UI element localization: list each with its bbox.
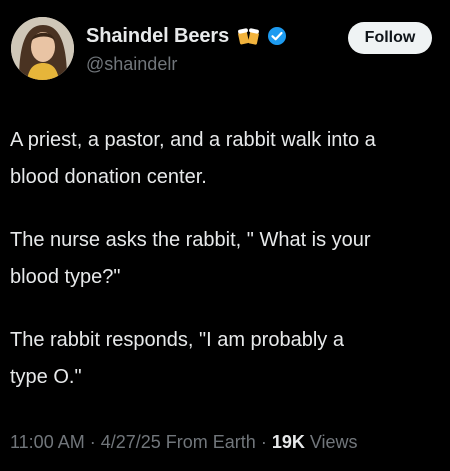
- views-label: Views: [304, 432, 358, 452]
- author-handle[interactable]: @shaindelr: [86, 54, 177, 75]
- tweet-date[interactable]: 4/27/25: [101, 432, 161, 452]
- tweet-paragraph: The rabbit responds, "I am probably a ty…: [10, 322, 450, 396]
- tweet-text: A priest, a pastor, and a rabbit walk in…: [10, 122, 450, 422]
- views-count[interactable]: 19K: [272, 432, 305, 452]
- meta-separator: ·: [255, 432, 272, 452]
- tweet-line: blood type?": [10, 266, 121, 288]
- tweet-line: A priest, a pastor, and a rabbit walk in…: [10, 129, 376, 151]
- beer-mugs-icon: [236, 24, 262, 48]
- tweet-line: blood donation center.: [10, 166, 207, 188]
- author-display-name[interactable]: Shaindel Beers: [86, 25, 229, 48]
- tweet-meta: 11:00 AM · 4/27/25 From Earth · 19K View…: [10, 432, 358, 453]
- avatar[interactable]: [11, 17, 74, 80]
- tweet-time[interactable]: 11:00 AM: [10, 432, 85, 452]
- tweet-line: The rabbit responds, "I am probably a: [10, 329, 344, 351]
- tweet-line: The nurse asks the rabbit, " What is you…: [10, 229, 371, 251]
- tweet-source: From Earth: [160, 432, 256, 452]
- verified-badge-icon: [267, 26, 287, 46]
- tweet-paragraph: The nurse asks the rabbit, " What is you…: [10, 222, 450, 296]
- follow-button[interactable]: Follow: [348, 22, 432, 54]
- meta-separator: ·: [84, 432, 101, 452]
- tweet-line: type O.": [10, 366, 82, 388]
- avatar-image: [11, 17, 74, 80]
- author-name-row: Shaindel Beers: [86, 24, 287, 48]
- tweet-paragraph: A priest, a pastor, and a rabbit walk in…: [10, 122, 450, 196]
